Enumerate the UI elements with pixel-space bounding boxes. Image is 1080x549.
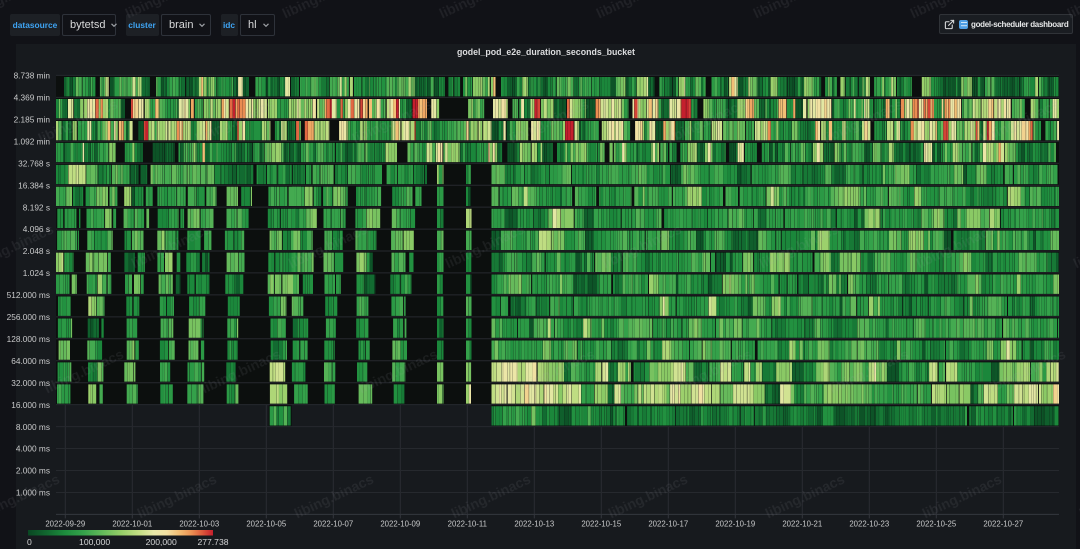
svg-text:2022-10-15: 2022-10-15 [581,520,622,529]
svg-text:256.000 ms: 256.000 ms [7,312,50,322]
svg-text:200,000: 200,000 [146,537,177,547]
svg-text:2.000 ms: 2.000 ms [16,466,50,476]
svg-text:32.000 ms: 32.000 ms [11,378,50,388]
svg-text:2022-09-29: 2022-09-29 [45,520,85,529]
svg-text:2022-10-19: 2022-10-19 [715,520,755,529]
svg-text:277.738: 277.738 [197,537,228,547]
svg-text:8.192 s: 8.192 s [23,202,50,212]
svg-text:4.369 min: 4.369 min [14,93,51,103]
svg-text:128.000 ms: 128.000 ms [7,334,50,344]
svg-text:8.738 min: 8.738 min [14,71,51,81]
svg-text:2022-10-01: 2022-10-01 [112,520,152,529]
svg-text:1.000 ms: 1.000 ms [16,488,50,498]
svg-text:2022-10-03: 2022-10-03 [179,520,219,529]
svg-text:16.000 ms: 16.000 ms [11,400,50,410]
svg-text:2022-10-07: 2022-10-07 [313,520,353,529]
svg-text:2022-10-21: 2022-10-21 [782,520,822,529]
svg-text:2022-10-13: 2022-10-13 [514,520,554,529]
svg-text:64.000 ms: 64.000 ms [11,356,50,366]
svg-text:16.384 s: 16.384 s [18,180,50,190]
svg-text:2022-10-17: 2022-10-17 [648,520,688,529]
svg-text:2022-10-05: 2022-10-05 [246,520,287,529]
svg-text:2022-10-09: 2022-10-09 [380,520,420,529]
svg-text:2022-10-27: 2022-10-27 [983,520,1023,529]
svg-text:1.024 s: 1.024 s [23,268,50,278]
svg-text:2.048 s: 2.048 s [23,246,50,256]
svg-text:4.096 s: 4.096 s [23,224,50,234]
svg-text:512.000 ms: 512.000 ms [7,290,50,300]
svg-text:100,000: 100,000 [79,537,110,547]
svg-text:2022-10-11: 2022-10-11 [448,520,487,529]
svg-text:2022-10-23: 2022-10-23 [849,520,889,529]
svg-text:8.000 ms: 8.000 ms [16,422,50,432]
svg-text:4.000 ms: 4.000 ms [16,444,50,454]
svg-text:0: 0 [27,537,32,547]
svg-text:2022-10-25: 2022-10-25 [916,520,957,529]
svg-text:32.768 s: 32.768 s [18,158,50,168]
svg-text:1.092 min: 1.092 min [14,136,51,146]
svg-text:2.185 min: 2.185 min [14,115,51,125]
